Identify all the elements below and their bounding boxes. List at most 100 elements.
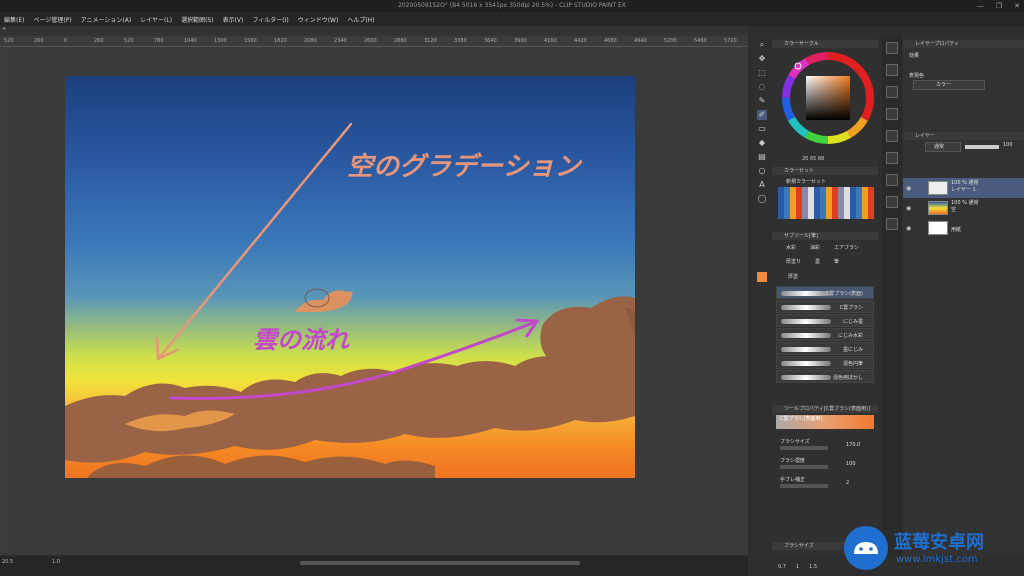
brush-item[interactable]: C雲ブラシ xyxy=(776,300,874,313)
watermark-name: 蓝莓安卓网 xyxy=(894,532,984,553)
select-tool-icon[interactable]: ⬚ xyxy=(757,68,767,78)
ruler-tick: 4940 xyxy=(634,38,647,44)
menu-page[interactable]: ページ管理(P) xyxy=(33,15,71,24)
tab-oil[interactable]: 油彩 xyxy=(810,242,820,254)
brush-name: 墨にじみ xyxy=(842,347,863,353)
layer-row[interactable]: ◉ 100 % 通常 レイヤー 1 xyxy=(903,178,1024,198)
expression-color-select[interactable]: カラー xyxy=(913,80,985,90)
layer-name-text: 空 xyxy=(951,207,957,213)
tab-ink[interactable]: 墨 xyxy=(815,256,820,268)
color-set-name[interactable]: 新規カラーセット xyxy=(786,178,826,185)
eyedropper-tool-icon[interactable]: ✎ xyxy=(757,96,767,106)
ruler-tick: 520 xyxy=(4,38,14,44)
panel-toggle-icon[interactable] xyxy=(886,108,898,120)
color-set-grid[interactable] xyxy=(778,187,874,219)
android-logo-icon xyxy=(844,526,888,570)
menu-layer[interactable]: レイヤー(L) xyxy=(140,15,172,24)
zoom-readout[interactable]: 20.5 xyxy=(2,559,13,565)
minimize-button[interactable]: — xyxy=(977,0,984,12)
shape-tool-icon[interactable]: ○ xyxy=(757,166,767,176)
layer-row[interactable]: ◉ 用紙 xyxy=(903,218,1024,238)
panel-toggle-icon[interactable] xyxy=(886,174,898,186)
ruler-tick: 3640 xyxy=(484,38,497,44)
balloon-tool-icon[interactable]: ◯ xyxy=(757,194,767,204)
lasso-tool-icon[interactable]: ◌ xyxy=(757,82,767,92)
text-tool-icon[interactable]: A xyxy=(757,180,767,190)
zoom-tool-icon[interactable]: ⌕ xyxy=(757,40,767,50)
brush-density-row[interactable]: ブラシ濃度 100 xyxy=(780,457,872,471)
brush-size-row[interactable]: ブラシサイズ 170.0 xyxy=(780,438,872,452)
menu-animation[interactable]: アニメーション(A) xyxy=(81,15,132,24)
color-wheel[interactable] xyxy=(780,50,876,146)
menu-window[interactable]: ウィンドウ(W) xyxy=(298,15,339,24)
brush-tool-icon[interactable]: ✐ xyxy=(757,110,767,120)
gradient-tool-icon[interactable]: ▤ xyxy=(757,152,767,162)
fill-tool-icon[interactable]: ◆ xyxy=(757,138,767,148)
brush-size-slider[interactable] xyxy=(780,446,828,450)
panel-toggle-icon[interactable] xyxy=(886,86,898,98)
menu-view[interactable]: 表示(V) xyxy=(223,15,244,24)
panel-toggle-icon[interactable] xyxy=(886,218,898,230)
brush-preview xyxy=(781,347,831,352)
maximize-button[interactable]: ❐ xyxy=(996,0,1002,12)
angle-readout[interactable]: 1.0 xyxy=(52,559,60,565)
menu-help[interactable]: ヘルプ(H) xyxy=(347,15,374,24)
visibility-eye-icon[interactable]: ◉ xyxy=(906,225,911,232)
stabilization-row[interactable]: 手ブレ補正 2 xyxy=(780,476,872,490)
eraser-tool-icon[interactable]: ▭ xyxy=(757,124,767,134)
artwork-canvas[interactable]: 空のグラデーション 雲の流れ xyxy=(65,76,635,478)
annotation-cloud-flow: 雲の流れ xyxy=(253,326,349,354)
layer-column: レイヤープロパティ 効果 表現色 カラー レイヤー 通常 100 ◉ 100 %… xyxy=(903,36,1024,556)
visibility-eye-icon[interactable]: ◉ xyxy=(906,185,911,192)
brush-size-preset[interactable]: 0.7 xyxy=(778,564,786,570)
menu-selection[interactable]: 選択範囲(S) xyxy=(181,15,214,24)
layer-mode-text: 100 % 通常 xyxy=(951,180,979,186)
brush-item[interactable]: 混色円筆 xyxy=(776,356,874,369)
panel-toggle-icon[interactable] xyxy=(886,42,898,54)
layer-thumbnail xyxy=(928,181,948,195)
layer-row[interactable]: ◉ 100 % 通常 空 xyxy=(903,198,1024,218)
status-bar: 20.5 1.0 xyxy=(0,556,748,576)
opacity-value[interactable]: 100 xyxy=(1003,142,1013,148)
brush-item[interactable]: 混色用ぼかし xyxy=(776,370,874,383)
hsv-readout: 20 65 88 xyxy=(802,156,825,162)
document-tab-bar: + xyxy=(0,26,748,36)
move-tool-icon[interactable]: ✥ xyxy=(757,54,767,64)
blend-mode-select[interactable]: 通常 xyxy=(925,142,961,152)
tab-brush[interactable]: 筆 xyxy=(834,256,839,268)
brush-item[interactable]: にじみ水彩 xyxy=(776,328,874,341)
menu-edit[interactable]: 編集(E) xyxy=(4,15,24,24)
brush-size-preset[interactable]: 1 xyxy=(796,564,799,570)
brush-preview xyxy=(781,361,831,366)
ruler-tick: 0 xyxy=(64,38,68,44)
menu-filter[interactable]: フィルター(I) xyxy=(252,15,288,24)
panel-toggle-icon[interactable] xyxy=(886,196,898,208)
horizontal-scrollbar[interactable] xyxy=(300,561,580,565)
close-button[interactable]: ✕ xyxy=(1014,0,1020,12)
tab-add-icon[interactable]: + xyxy=(2,26,6,32)
brush-density-value[interactable]: 100 xyxy=(846,461,856,467)
tab-airbrush[interactable]: エアブラシ xyxy=(834,242,859,254)
clip-studio-window: 20200509152O° (B4 5016 x 3541px 350dpi 2… xyxy=(0,0,1024,576)
brush-density-slider[interactable] xyxy=(780,465,828,469)
brush-item[interactable]: 墨にじみ xyxy=(776,342,874,355)
stabilization-slider[interactable] xyxy=(780,484,828,488)
ruler-tick: 260 xyxy=(34,38,44,44)
subtool-header: サブツール[筆] xyxy=(772,232,878,240)
panel-toggle-icon[interactable] xyxy=(886,64,898,76)
brush-name: 混色用ぼかし xyxy=(832,375,863,381)
brush-item[interactable]: C雲ブラシ(表面) xyxy=(776,286,874,299)
canvas-workspace[interactable]: 空のグラデーション 雲の流れ xyxy=(6,47,748,555)
tab-thick-paint[interactable]: 厚塗り xyxy=(786,256,801,268)
brush-size-preset[interactable]: 1.5 xyxy=(809,564,817,570)
main-color-swatch[interactable] xyxy=(757,272,767,282)
tab-watercolor[interactable]: 水彩 xyxy=(786,242,796,254)
stabilization-value[interactable]: 2 xyxy=(846,480,849,486)
opacity-slider[interactable] xyxy=(965,145,999,149)
panel-toggle-icon[interactable] xyxy=(886,152,898,164)
brush-item[interactable]: にじみ墨 xyxy=(776,314,874,327)
ruler-tick: 2080 xyxy=(304,38,317,44)
brush-size-value[interactable]: 170.0 xyxy=(846,442,860,448)
visibility-eye-icon[interactable]: ◉ xyxy=(906,205,911,212)
panel-toggle-icon[interactable] xyxy=(886,130,898,142)
